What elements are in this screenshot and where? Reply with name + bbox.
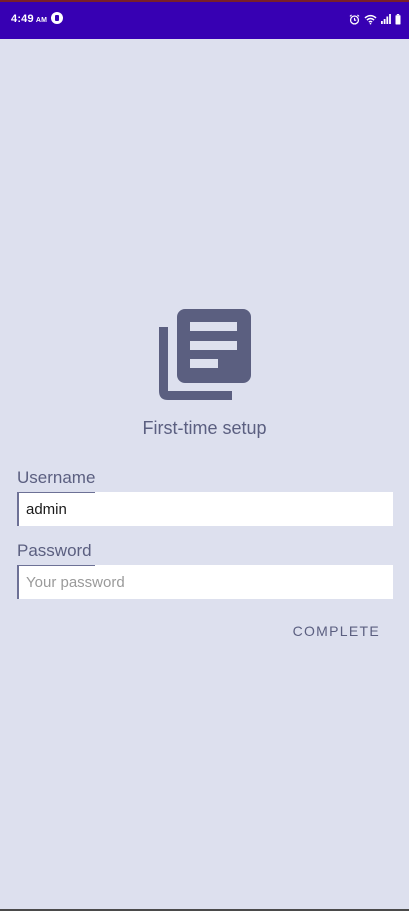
complete-button[interactable]: COMPLETE [293,623,380,639]
username-label: Username [17,468,96,487]
wifi-icon [364,14,377,25]
username-input[interactable] [26,492,386,526]
status-ampm: AM [35,17,48,24]
setup-screen: First-time setup Username Password COMPL… [0,39,409,911]
password-field[interactable] [17,565,393,599]
alarm-icon [349,14,360,25]
status-bar: 4:49 AM [0,0,409,39]
status-time: 4:49 AM [11,13,47,25]
flipboard-icon [51,12,63,24]
battery-icon [395,13,401,24]
password-label: Password [17,541,92,560]
library-books-icon [159,309,251,400]
status-icons [349,11,401,27]
signal-icon [381,14,391,24]
status-time-value: 4:49 [11,13,34,25]
password-input[interactable] [26,565,386,599]
setup-title: First-time setup [142,418,267,438]
username-field[interactable] [17,492,393,526]
